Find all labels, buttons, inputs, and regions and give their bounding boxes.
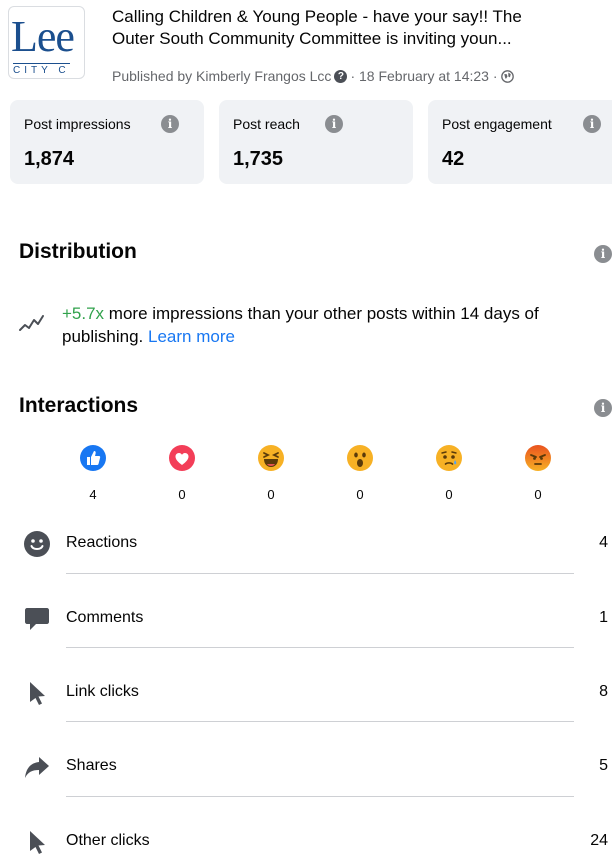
angry-icon <box>525 445 551 471</box>
reaction-like: 4 <box>78 444 108 502</box>
love-count: 0 <box>178 487 186 502</box>
wow-count: 0 <box>356 487 364 502</box>
sad-icon <box>436 445 462 471</box>
reaction-haha: 0 <box>256 444 286 502</box>
info-icon[interactable]: i <box>594 245 612 263</box>
page-logo[interactable]: Lee CITY C <box>8 6 85 79</box>
row-value: 5 <box>599 757 608 774</box>
info-icon[interactable]: i <box>594 399 612 417</box>
smiley-icon <box>24 531 50 557</box>
question-icon[interactable]: ? <box>334 69 348 83</box>
row-label: Reactions <box>66 534 138 551</box>
distribution-heading: Distribution <box>19 240 137 263</box>
like-icon <box>80 445 106 471</box>
logo-wordmark: Lee <box>11 12 75 61</box>
distribution-description: more impressions than your other posts w… <box>62 304 539 346</box>
reaction-love: 0 <box>167 444 197 502</box>
distribution-summary: +5.7x more impressions than your other p… <box>18 302 612 352</box>
interaction-row-reactions[interactable]: Reactions 4 <box>0 522 612 562</box>
row-label: Comments <box>66 609 144 626</box>
interaction-row-shares[interactable]: Shares 5 <box>0 745 612 785</box>
info-icon[interactable]: i <box>325 115 343 133</box>
row-label: Shares <box>66 757 117 774</box>
cursor-icon <box>30 682 45 705</box>
divider <box>66 573 574 574</box>
divider <box>66 647 574 648</box>
row-value: 8 <box>599 683 608 700</box>
info-icon[interactable]: i <box>583 115 601 133</box>
row-value: 4 <box>599 534 608 551</box>
row-label: Link clicks <box>66 683 139 700</box>
reaction-wow: 0 <box>345 444 375 502</box>
post-engagement-value: 42 <box>442 148 465 170</box>
post-reach-label: Post reach <box>233 116 300 132</box>
sad-count: 0 <box>445 487 453 502</box>
post-engagement-label: Post engagement <box>442 116 552 132</box>
comment-icon <box>25 608 49 630</box>
reaction-sad: 0 <box>434 444 464 502</box>
post-title-line-1: Calling Children & Young People - have y… <box>112 7 522 26</box>
post-impressions-label: Post impressions <box>24 116 131 132</box>
interaction-row-comments[interactable]: Comments 1 <box>0 597 612 637</box>
angry-count: 0 <box>534 487 542 502</box>
logo-subtitle: CITY C <box>13 63 70 76</box>
post-reach-card: Post reach i 1,735 <box>219 100 413 184</box>
divider <box>66 721 574 722</box>
globe-icon <box>500 69 514 83</box>
like-count: 4 <box>89 487 97 502</box>
post-impressions-card: Post impressions i 1,874 <box>10 100 204 184</box>
share-icon <box>25 757 49 778</box>
interactions-heading: Interactions <box>19 394 139 417</box>
distribution-multiplier: +5.7x <box>62 304 105 323</box>
interaction-row-link-clicks[interactable]: Link clicks 8 <box>0 671 612 711</box>
love-icon <box>169 445 195 471</box>
post-title-line-2: Outer South Community Committee is invit… <box>112 29 512 48</box>
row-value: 1 <box>599 609 608 626</box>
divider <box>66 796 574 797</box>
post-meta: Published by Kimberly Frangos Lcc ? · 18… <box>112 68 514 84</box>
info-icon[interactable]: i <box>161 115 179 133</box>
row-label: Other clicks <box>66 832 150 849</box>
distribution-text: +5.7x more impressions than your other p… <box>62 302 612 348</box>
post-date: · 18 February at 14:23 · <box>350 68 498 84</box>
wow-icon <box>347 445 373 471</box>
reaction-angry: 0 <box>523 444 553 502</box>
haha-icon <box>258 445 284 471</box>
trend-line-icon <box>19 315 44 331</box>
post-engagement-card: Post engagement i 42 <box>428 100 612 184</box>
post-reach-value: 1,735 <box>233 148 284 170</box>
haha-count: 0 <box>267 487 275 502</box>
post-title[interactable]: Calling Children & Young People - have y… <box>112 6 608 50</box>
interaction-row-other-clicks[interactable]: Other clicks 24 <box>0 820 612 860</box>
row-value: 24 <box>590 832 608 849</box>
learn-more-link[interactable]: Learn more <box>148 327 235 346</box>
post-header: Lee CITY C Calling Children & Young Peop… <box>0 0 612 96</box>
published-by: Published by Kimberly Frangos Lcc <box>112 68 332 84</box>
cursor-icon <box>30 831 45 854</box>
post-impressions-value: 1,874 <box>24 148 75 170</box>
